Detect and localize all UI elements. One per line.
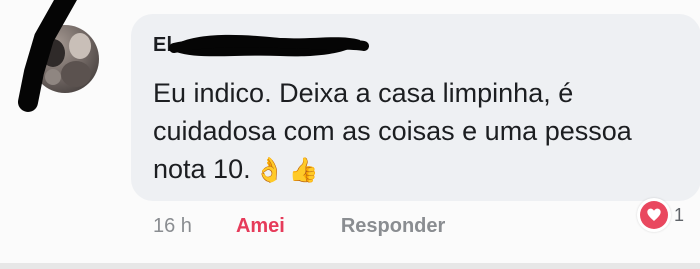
heart-icon-badge [640,201,668,229]
redaction-mark [18,0,77,112]
love-reaction-button[interactable]: Amei [236,215,285,238]
reaction-count: 1 [674,204,685,225]
comment-timestamp[interactable]: 16 h [153,215,192,238]
name-redaction-mark [169,34,369,57]
heart-icon [637,198,671,232]
avatar-photo-detail [69,33,91,59]
comment-text: Eu indico. Deixa a casa limpinha, é cuid… [153,74,673,188]
comment-body: Eu indico. Deixa a casa limpinha, é cuid… [153,78,632,184]
ok-hand-emoji: 👌 [254,156,285,184]
bottom-divider [0,263,700,269]
avatar-photo-detail [61,61,91,87]
comment-actions: 16 h Amei Responder [153,211,445,241]
reply-button[interactable]: Responder [341,215,445,238]
thumbs-up-emoji: 👍 [288,156,319,184]
heart-icon-glyph [647,208,661,221]
reaction-summary[interactable]: 1 [637,198,684,232]
